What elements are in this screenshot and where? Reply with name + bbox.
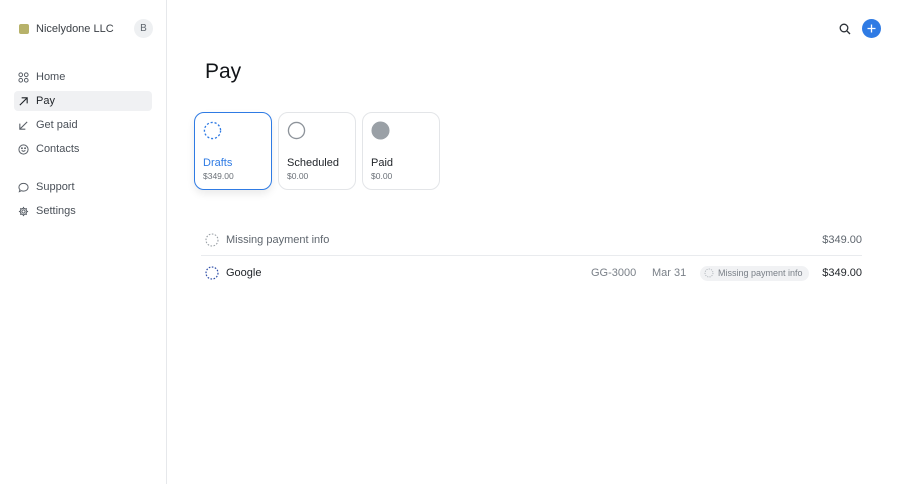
dashed-circle-icon — [704, 268, 714, 278]
dashed-circle-icon — [203, 121, 222, 140]
dashed-circle-icon — [205, 266, 219, 280]
nav-item-pay[interactable]: Pay — [14, 91, 152, 111]
search-icon — [839, 23, 851, 35]
nav-item-home[interactable]: Home — [14, 67, 152, 87]
avatar[interactable]: B — [134, 19, 153, 38]
org-logo — [19, 24, 29, 34]
grid-icon — [18, 71, 29, 83]
status-card-paid[interactable]: Paid $0.00 — [362, 112, 440, 190]
card-amount: $0.00 — [371, 171, 393, 181]
org-name: Nicelydone LLC — [36, 23, 114, 35]
arrow-up-right-icon — [18, 96, 29, 107]
card-label: Scheduled — [287, 157, 339, 169]
status-card-drafts[interactable]: Drafts $349.00 — [194, 112, 272, 190]
group-header-missing-payment-info[interactable]: Missing payment info $349.00 — [201, 224, 862, 256]
filled-circle-icon — [371, 121, 390, 140]
table-row[interactable]: Google GG-3000 Mar 31 Missing payment in… — [201, 256, 862, 290]
arrow-down-left-icon — [18, 120, 29, 131]
status-badge-label: Missing payment info — [718, 268, 803, 278]
bill-amount: $349.00 — [822, 267, 862, 279]
bills-list: Missing payment info $349.00 Google GG-3… — [201, 224, 862, 290]
page-title: Pay — [205, 60, 242, 83]
sidebar: Nicelydone LLC B Home Pay Get paid Conta… — [0, 0, 167, 484]
card-amount: $0.00 — [287, 171, 309, 181]
empty-circle-icon — [287, 121, 306, 140]
nav-label: Pay — [36, 95, 55, 107]
org-switcher[interactable]: Nicelydone LLC B — [19, 18, 153, 40]
nav-item-contacts[interactable]: Contacts — [14, 139, 152, 159]
nav-label: Home — [36, 71, 66, 83]
invoice-number: GG-3000 — [591, 267, 637, 279]
card-label: Paid — [371, 157, 394, 169]
group-total: $349.00 — [822, 233, 862, 246]
status-badge: Missing payment info — [700, 265, 809, 281]
due-date: Mar 31 — [652, 267, 687, 279]
group-label: Missing payment info — [226, 233, 330, 246]
status-cards: Drafts $349.00 Scheduled $0.00 Paid $0.0… — [194, 112, 440, 190]
dashed-circle-icon — [205, 232, 219, 247]
smiley-icon — [18, 143, 29, 155]
status-card-scheduled[interactable]: Scheduled $0.00 — [278, 112, 356, 190]
nav-label: Contacts — [36, 143, 80, 155]
vendor-name: Google — [226, 267, 262, 279]
nav-item-support[interactable]: Support — [14, 177, 152, 197]
nav-item-get-paid[interactable]: Get paid — [14, 115, 152, 135]
secondary-nav: Support Settings — [14, 177, 152, 225]
nav-label: Support — [36, 181, 75, 193]
search-button[interactable] — [837, 21, 853, 37]
gear-icon — [18, 206, 29, 217]
nav-label: Settings — [36, 205, 76, 217]
card-amount: $349.00 — [203, 171, 234, 181]
plus-icon — [867, 24, 876, 33]
card-label: Drafts — [203, 157, 233, 169]
chat-bubble-icon — [18, 182, 29, 193]
add-button[interactable] — [862, 19, 881, 38]
primary-nav: Home Pay Get paid Contacts — [14, 67, 152, 163]
nav-item-settings[interactable]: Settings — [14, 201, 152, 221]
nav-label: Get paid — [36, 119, 78, 131]
